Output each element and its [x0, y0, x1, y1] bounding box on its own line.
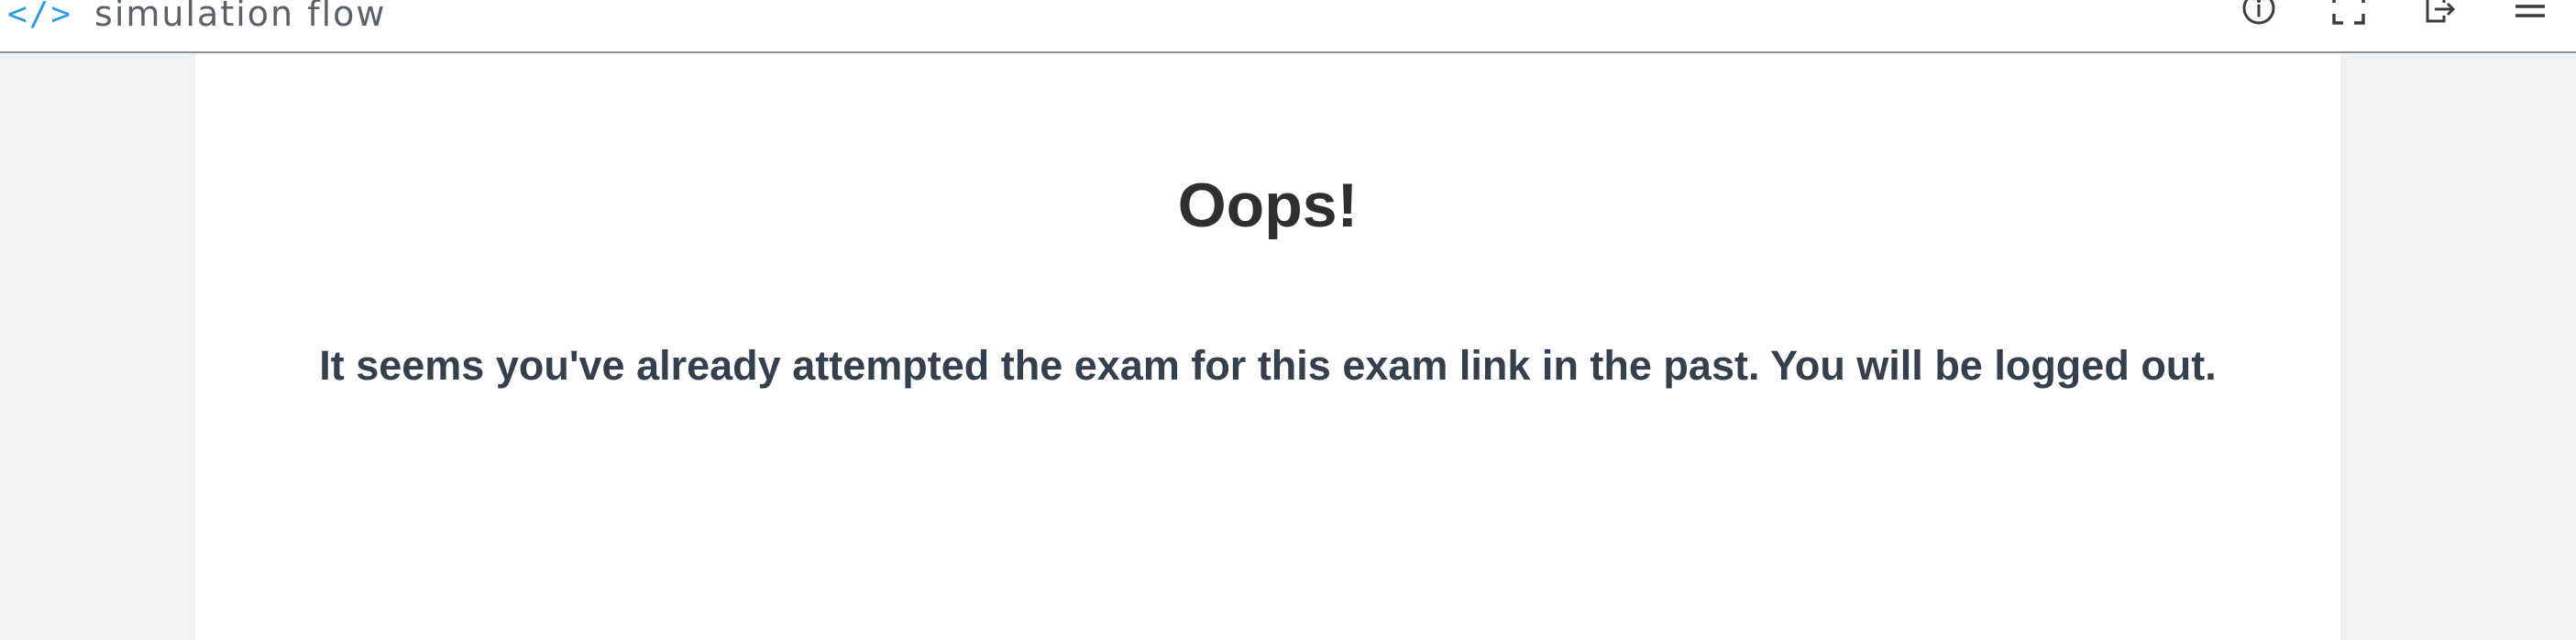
fullscreen-icon[interactable] — [2328, 0, 2370, 29]
menu-icon[interactable] — [2509, 0, 2551, 29]
page-title: Oops! — [1177, 171, 1359, 240]
exit-icon[interactable] — [2417, 0, 2460, 29]
code-brackets-icon: </> — [7, 0, 73, 33]
error-message: It seems you've already attempted the ex… — [319, 342, 2217, 389]
top-bar: </> simulation flow — [0, 0, 2576, 53]
info-icon[interactable] — [2238, 0, 2280, 29]
message-card: Oops! It seems you've already attempted … — [195, 53, 2340, 640]
brand-logo: </> simulation flow — [7, 0, 386, 37]
brand-name: simulation flow — [94, 0, 387, 34]
